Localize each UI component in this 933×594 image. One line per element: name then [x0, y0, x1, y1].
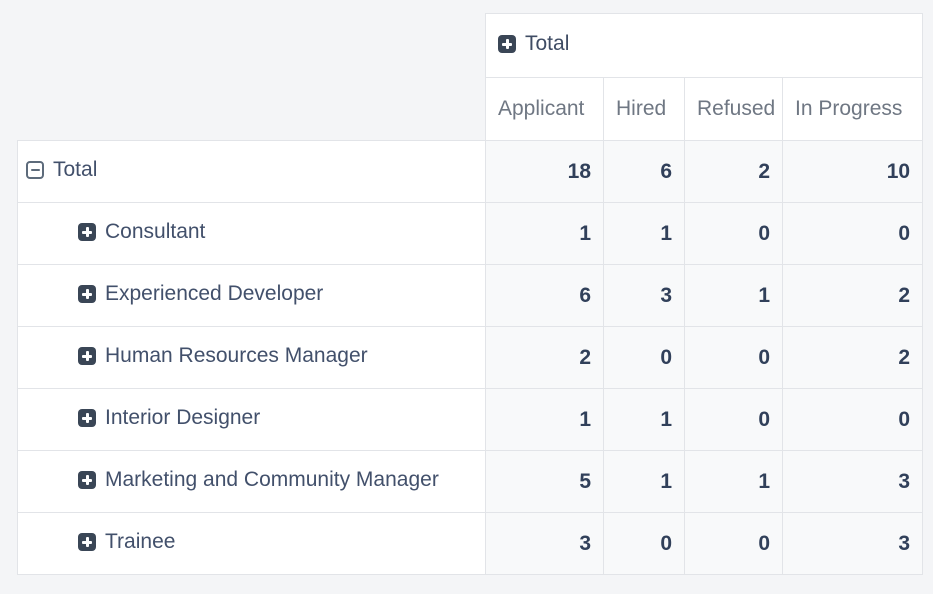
blank-corner-cell — [18, 78, 486, 141]
expand-icon — [78, 223, 96, 241]
pivot-value-cell: 1 — [604, 451, 685, 513]
pivot-value-cell: 18 — [486, 141, 604, 203]
measure-header-row: Applicant Hired Refused In Progress — [18, 78, 923, 141]
collapse-icon — [26, 161, 44, 179]
pivot-row: Human Resources Manager 2 0 0 2 — [18, 327, 923, 389]
pivot-row: Interior Designer 1 1 0 0 — [18, 389, 923, 451]
pivot-value-cell: 0 — [685, 513, 783, 575]
expand-icon — [78, 409, 96, 427]
pivot-value-cell: 1 — [604, 389, 685, 451]
pivot-value-cell: 1 — [486, 389, 604, 451]
expand-icon — [78, 347, 96, 365]
pivot-value-cell: 3 — [783, 513, 923, 575]
pivot-body: Total 18 6 2 10 Consultant 1 1 0 0 Exper… — [18, 141, 923, 575]
row-group-label: Consultant — [105, 220, 205, 244]
row-group-header[interactable]: Consultant — [18, 203, 486, 265]
pivot-value-cell: 3 — [783, 451, 923, 513]
pivot-value-cell: 1 — [685, 451, 783, 513]
column-group-label: Total — [525, 32, 569, 56]
pivot-value-cell: 0 — [783, 203, 923, 265]
row-group-header[interactable]: Total — [18, 141, 486, 203]
pivot-value-cell: 2 — [783, 265, 923, 327]
pivot-view: Total Applicant Hired Refused In Progres… — [0, 0, 933, 575]
pivot-value-cell: 1 — [486, 203, 604, 265]
pivot-value-cell: 1 — [604, 203, 685, 265]
pivot-row: Consultant 1 1 0 0 — [18, 203, 923, 265]
measure-header-hired[interactable]: Hired — [604, 78, 685, 141]
pivot-table: Total Applicant Hired Refused In Progres… — [17, 13, 923, 575]
pivot-value-cell: 0 — [604, 327, 685, 389]
row-group-header[interactable]: Interior Designer — [18, 389, 486, 451]
row-group-header[interactable]: Human Resources Manager — [18, 327, 486, 389]
blank-corner-cell — [18, 14, 486, 78]
pivot-row: Trainee 3 0 0 3 — [18, 513, 923, 575]
row-group-label: Total — [53, 158, 97, 182]
row-group-header[interactable]: Experienced Developer — [18, 265, 486, 327]
pivot-value-cell: 10 — [783, 141, 923, 203]
pivot-value-cell: 0 — [685, 327, 783, 389]
row-group-label: Human Resources Manager — [105, 344, 368, 368]
measure-header-in-progress[interactable]: In Progress — [783, 78, 923, 141]
row-group-label: Trainee — [105, 530, 175, 554]
pivot-value-cell: 0 — [783, 389, 923, 451]
expand-icon — [498, 35, 516, 53]
pivot-value-cell: 2 — [486, 327, 604, 389]
pivot-row: Experienced Developer 6 3 1 2 — [18, 265, 923, 327]
pivot-row: Marketing and Community Manager 5 1 1 3 — [18, 451, 923, 513]
expand-icon — [78, 533, 96, 551]
measure-header-applicant[interactable]: Applicant — [486, 78, 604, 141]
expand-icon — [78, 471, 96, 489]
pivot-value-cell: 3 — [604, 265, 685, 327]
pivot-value-cell: 2 — [783, 327, 923, 389]
pivot-value-cell: 0 — [604, 513, 685, 575]
pivot-row: Total 18 6 2 10 — [18, 141, 923, 203]
pivot-value-cell: 0 — [685, 389, 783, 451]
row-group-label: Marketing and Community Manager — [105, 468, 439, 492]
row-group-label: Experienced Developer — [105, 282, 323, 306]
pivot-value-cell: 0 — [685, 203, 783, 265]
pivot-value-cell: 1 — [685, 265, 783, 327]
pivot-value-cell: 3 — [486, 513, 604, 575]
row-group-header[interactable]: Marketing and Community Manager — [18, 451, 486, 513]
measure-header-refused[interactable]: Refused — [685, 78, 783, 141]
column-group-row: Total — [18, 14, 923, 78]
pivot-value-cell: 6 — [486, 265, 604, 327]
row-group-header[interactable]: Trainee — [18, 513, 486, 575]
expand-icon — [78, 285, 96, 303]
pivot-value-cell: 2 — [685, 141, 783, 203]
row-group-label: Interior Designer — [105, 406, 260, 430]
column-group-header-total[interactable]: Total — [486, 14, 923, 78]
pivot-value-cell: 5 — [486, 451, 604, 513]
pivot-value-cell: 6 — [604, 141, 685, 203]
